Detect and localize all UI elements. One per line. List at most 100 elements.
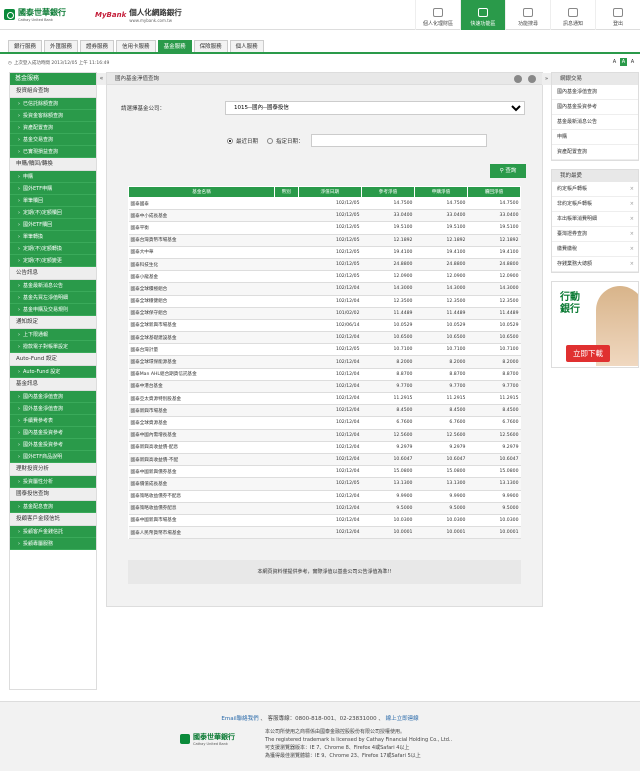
date-input[interactable]: [310, 134, 487, 147]
help-icon[interactable]: [528, 75, 536, 83]
table-row[interactable]: 國泰大中華 102/12/05 19.4100 19.4100 19.4100: [128, 246, 521, 259]
collapse-icon[interactable]: «: [97, 73, 106, 85]
tab-service[interactable]: 銀行服務: [8, 40, 43, 52]
sidebar-item[interactable]: 撥款電子對帳單設定: [10, 341, 96, 353]
sidebar-item[interactable]: 國內基金投資參考: [10, 427, 96, 439]
table-row[interactable]: 國泰科技生化 102/12/05 24.8800 24.8800 24.8800: [128, 258, 521, 272]
table-row[interactable]: 國泰策略收益債券不配息 102/12/04 9.9900 9.9900 9.9900: [128, 490, 521, 503]
download-button[interactable]: 立即下載: [566, 345, 610, 362]
sidebar-item[interactable]: 定期(不)定額變更: [10, 255, 96, 267]
sidebar-item[interactable]: 申購: [10, 171, 96, 183]
tab-service[interactable]: 保險服務: [193, 40, 228, 52]
tab-service[interactable]: 證券服務: [80, 40, 115, 52]
sidebar-item[interactable]: 資產配置查詢: [10, 122, 96, 134]
table-row[interactable]: 國泰小龍基金 102/12/05 12.0900 12.0900 12.0900: [128, 270, 521, 284]
mybank-logo[interactable]: MyBank 個人化網路銀行 www.mybank.com.tw: [95, 7, 182, 23]
sidebar-category[interactable]: 投顧客戶金錢信託: [10, 513, 96, 526]
sidebar-item[interactable]: 已信託餘額查詢: [10, 98, 96, 110]
tab-service[interactable]: 基金服務: [157, 40, 192, 52]
table-row[interactable]: 國泰全球穩健組合 102/12/04 12.3500 12.3500 12.3500: [128, 295, 521, 308]
table-row[interactable]: 國泰台灣計量 102/12/05 10.7100 10.7100 10.7100: [128, 343, 521, 357]
topnav-item[interactable]: 個人化理財區: [415, 0, 460, 30]
table-row[interactable]: 國泰全球新興市場基金 102/06/14 10.0529 10.0529 10.0529: [128, 319, 521, 333]
mobile-bank-ad[interactable]: 行動 銀行 立即下載: [551, 281, 639, 368]
online-link[interactable]: 線上立即連線: [386, 716, 419, 722]
sidebar-category[interactable]: 申購/贖回/轉換: [10, 158, 96, 171]
tab-service[interactable]: 外匯服務: [44, 40, 79, 52]
table-row[interactable]: 國泰Man AHL組合期貨信託基金 102/12/04 8.8700 8.8700 8.…: [128, 368, 521, 381]
table-row[interactable]: 國泰新興市場基金 102/12/04 8.4500 8.4500 8.4500: [128, 404, 521, 418]
table-row[interactable]: 國泰中國新興債券基金 102/12/04 15.0800 15.0800 15.0800: [128, 465, 521, 479]
sidebar-item[interactable]: 單筆贖回: [10, 195, 96, 207]
table-row[interactable]: 國泰台灣貨幣市場基金 102/12/05 12.1892 12.1892 12.1892: [128, 234, 521, 247]
topnav-item[interactable]: 登出: [595, 0, 640, 30]
table-row[interactable]: 國泰全球基礎建設基金 102/12/04 10.6500 10.6500 10.6500: [128, 331, 521, 345]
sidebar-item[interactable]: 已實現損益查詢: [10, 146, 96, 158]
sidebar-category[interactable]: 國泰投信查詢: [10, 488, 96, 501]
sidebar-item[interactable]: 基金申購及交易規則: [10, 304, 96, 316]
sidebar-item[interactable]: 上下限通報: [10, 329, 96, 341]
sidebar-item[interactable]: 單筆轉換: [10, 231, 96, 243]
radio-recent-date[interactable]: [227, 137, 233, 144]
close-icon[interactable]: ×: [630, 182, 634, 197]
sidebar-item[interactable]: 基金先買左淨值明細: [10, 292, 96, 304]
sidebar-item[interactable]: 國外ETF贖回: [10, 219, 96, 231]
font-size-medium[interactable]: A: [620, 58, 627, 66]
sidebar-item[interactable]: 國內基金淨值查詢: [10, 391, 96, 403]
shortcut-item[interactable]: 申購: [552, 130, 638, 145]
table-row[interactable]: 國泰中小成長基金 102/12/05 33.0400 33.0400 33.0400: [128, 209, 521, 223]
sidebar-category[interactable]: 投資組合查詢: [10, 85, 96, 98]
sidebar-item[interactable]: 定期(不)定額贖回: [10, 207, 96, 219]
sidebar-item[interactable]: 基金交易查詢: [10, 134, 96, 146]
tab-service[interactable]: 個人服務: [229, 40, 264, 52]
sidebar-category[interactable]: Auto-Fund 設定: [10, 353, 96, 366]
sidebar-category[interactable]: 公告訊息: [10, 267, 96, 280]
favorite-item[interactable]: 臺灣證券查詢 ×: [552, 227, 638, 242]
shortcut-item[interactable]: 資產配置查詢: [552, 145, 638, 160]
radio-specific-date[interactable]: [267, 137, 274, 144]
sidebar-item[interactable]: 國外ETF商品說明: [10, 451, 96, 463]
close-icon[interactable]: ×: [630, 197, 634, 212]
table-row[interactable]: 國泰中國內需增長基金 102/12/04 12.5600 12.5600 12.5600: [128, 429, 521, 442]
sidebar-item[interactable]: 基金配息查詢: [10, 501, 96, 513]
sidebar-item[interactable]: 國外基金淨值查詢: [10, 403, 96, 415]
table-row[interactable]: 國泰中國新興市場基金 102/12/04 10.0300 10.0300 10.0300: [128, 514, 521, 528]
sidebar-item[interactable]: 國外基金投資參考: [10, 439, 96, 451]
font-size-large[interactable]: A: [629, 58, 636, 66]
table-row[interactable]: 國泰全球資源基金 102/12/04 6.7600 6.7600 6.7600: [128, 416, 521, 430]
sidebar-item[interactable]: 投顧客戶金錢信託: [10, 526, 96, 538]
topnav-item[interactable]: 訊息通知: [550, 0, 595, 30]
sidebar-category[interactable]: 基金訊息: [10, 378, 96, 391]
table-row[interactable]: 國泰亞太資源特別股基金 102/12/04 11.2915 11.2915 11.291…: [128, 392, 521, 406]
topnav-item[interactable]: 快速功能區: [460, 0, 505, 30]
query-button[interactable]: ⚲ 查詢: [490, 164, 526, 178]
sidebar-item[interactable]: Auto-Fund 設定: [10, 366, 96, 378]
sidebar-item[interactable]: 投資金客餘額查詢: [10, 110, 96, 122]
close-icon[interactable]: ×: [630, 212, 634, 227]
table-row[interactable]: 國泰新興高收益債-不配 102/12/04 10.6047 10.6047 10.604…: [128, 453, 521, 467]
favorite-item[interactable]: 約定帳戶轉帳 ×: [552, 182, 638, 197]
sidebar-category[interactable]: 通知設定: [10, 316, 96, 329]
favorite-icon[interactable]: [514, 75, 522, 83]
table-row[interactable]: 國泰全球保守組合 101/02/02 11.4489 11.4489 11.4489: [128, 307, 521, 320]
email-link[interactable]: Email聯絡我們: [221, 716, 258, 722]
close-icon[interactable]: ×: [630, 242, 634, 257]
sidebar-item[interactable]: 基金最新消息公告: [10, 280, 96, 292]
sidebar-item[interactable]: 國外ETF申購: [10, 183, 96, 195]
sidebar-item[interactable]: 投顧專屬服務: [10, 538, 96, 550]
sidebar-item[interactable]: 定期(不)定額轉換: [10, 243, 96, 255]
sidebar-item[interactable]: 投資屬性分析: [10, 476, 96, 488]
table-row[interactable]: 國泰平衡 102/12/05 19.5100 19.5100 19.5100: [128, 221, 521, 235]
sidebar-item[interactable]: 手續費參考表: [10, 415, 96, 427]
table-row[interactable]: 國泰價值成長基金 102/12/05 13.1300 13.1300 13.1300: [128, 477, 521, 491]
favorite-item[interactable]: 非約定帳戶轉帳 ×: [552, 197, 638, 212]
table-row[interactable]: 國泰全球環保能源基金 102/12/04 8.2000 8.2000 8.2000: [128, 355, 521, 369]
table-row[interactable]: 國泰人民幣貨幣市場基金 102/12/04 10.0001 10.0001 10.000…: [128, 526, 521, 540]
font-size-small[interactable]: A: [611, 58, 618, 66]
tab-service[interactable]: 信用卡服務: [116, 40, 156, 52]
table-row[interactable]: 國泰國泰 102/12/05 14.7500 14.7500 14.7500: [128, 197, 521, 211]
topnav-item[interactable]: 功能搜尋: [505, 0, 550, 30]
favorite-item[interactable]: 本出帳單消費明細 ×: [552, 212, 638, 227]
table-row[interactable]: 國泰中港台基金 102/12/04 9.7700 9.7700 9.7700: [128, 380, 521, 394]
company-select[interactable]: 1015--國內--國泰投信: [225, 101, 525, 115]
